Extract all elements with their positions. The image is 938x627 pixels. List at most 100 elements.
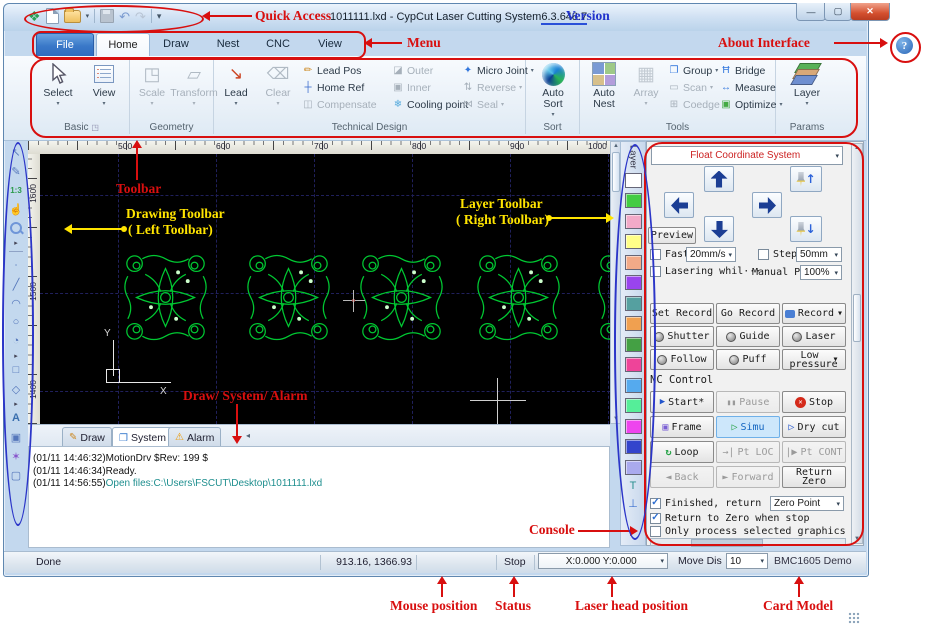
micro-joint-button[interactable]: ✦ Micro Joint ▾ — [462, 62, 534, 79]
ornament-graphic-3[interactable] — [358, 250, 445, 345]
tab-scroll-left-icon[interactable]: ◂ — [246, 431, 250, 440]
group-button[interactable]: ❐ Group ▾ — [668, 62, 720, 79]
select-tool-icon[interactable]: ↖ — [8, 144, 25, 160]
panel-horizontal-scrollbar[interactable] — [650, 538, 846, 547]
layer-swatch-5[interactable] — [624, 254, 642, 270]
measure-button[interactable]: ↔ Measure — [720, 79, 782, 96]
zoom-flyout-icon[interactable]: ▸ — [8, 239, 25, 247]
group-caret-icon[interactable]: ▾ — [715, 67, 718, 74]
set-record-button[interactable]: Set Record — [650, 303, 714, 324]
text-tool-icon[interactable]: A — [8, 410, 25, 426]
maximize-button[interactable]: ▢ — [824, 3, 852, 21]
zoom-tool-icon[interactable] — [8, 220, 25, 236]
pan-hand-tool-icon[interactable]: ☝ — [8, 201, 25, 217]
layer-swatch-7[interactable] — [624, 295, 642, 311]
polygon-tool-icon[interactable]: ◇ — [8, 381, 25, 397]
ornament-graphic-4[interactable] — [475, 250, 562, 345]
zero-point-select[interactable]: Zero Point ▾ — [770, 496, 844, 511]
layer-swatch-11[interactable] — [624, 377, 642, 393]
tab-alarm-console[interactable]: ⚠ Alarm — [168, 427, 222, 447]
manual-pw-select[interactable]: 100% ▾ — [800, 265, 842, 280]
save-icon[interactable] — [100, 9, 115, 23]
close-button[interactable]: ✕ — [850, 3, 890, 21]
pie-tool-icon[interactable]: ◔ — [8, 333, 25, 349]
layer-swatch-15[interactable] — [624, 459, 642, 475]
z-up-button[interactable]: ↑ — [790, 166, 822, 192]
follow-button[interactable]: Follow — [650, 349, 714, 370]
layer-swatch-12[interactable] — [624, 398, 642, 414]
point-tool-icon[interactable]: ∙ — [8, 257, 25, 273]
layer-background-tool-icon[interactable]: ⊥ — [628, 497, 638, 514]
return-stop-checkbox[interactable]: ✓ — [650, 512, 661, 524]
tab-draw-console[interactable]: ✎ Draw — [62, 427, 112, 447]
laser-button[interactable]: Laser — [782, 326, 846, 347]
layer-text-tool-icon[interactable]: T — [630, 480, 637, 497]
minimize-button[interactable]: — — [796, 3, 826, 21]
tab-nest[interactable]: Nest — [204, 33, 252, 55]
scrollbar-thumb[interactable] — [691, 539, 763, 547]
move-dis-select[interactable]: 10 ▾ — [726, 553, 768, 569]
rectangle-tool-icon[interactable]: □ — [8, 362, 25, 378]
lead-button[interactable]: ↘ Lead ▾ — [214, 61, 258, 107]
frame-button[interactable]: ▣ Frame — [650, 416, 714, 438]
scroll-down-icon[interactable]: ▼ — [852, 536, 862, 542]
step-checkbox[interactable] — [758, 249, 769, 260]
scale-tool-icon[interactable]: 1:3 — [8, 182, 25, 198]
resize-grip[interactable] — [848, 612, 860, 624]
bridge-button[interactable]: Ħ Bridge — [720, 62, 782, 79]
view-button[interactable]: View ▾ — [82, 61, 126, 107]
open-file-icon[interactable] — [63, 7, 81, 23]
jog-left-button[interactable] — [664, 192, 694, 218]
fast-speed-select[interactable]: 20mm/s ▾ — [686, 247, 736, 262]
record-button[interactable]: Record ▾ — [782, 303, 846, 324]
layer-swatch-13[interactable] — [624, 418, 642, 434]
help-button[interactable]: ? — [896, 37, 913, 54]
arc-tool-icon[interactable]: ◠ — [8, 295, 25, 311]
layer-swatch-10[interactable] — [624, 357, 642, 373]
loop-button[interactable]: ↻ Loop — [650, 441, 714, 463]
dialog-launcher-icon[interactable]: ◳ — [91, 123, 99, 132]
ornament-graphic-1[interactable] — [122, 250, 209, 345]
jog-up-button[interactable] — [704, 166, 734, 192]
undo-icon[interactable]: ↶ — [119, 10, 130, 23]
scrollbar-thumb[interactable] — [612, 152, 620, 192]
dry-cut-button[interactable]: ▷ Dry cut — [782, 416, 846, 438]
polygon-flyout-icon[interactable]: ▸ — [8, 400, 25, 408]
layer-swatch-9[interactable] — [624, 336, 642, 352]
jog-right-button[interactable] — [752, 192, 782, 218]
rounded-rect-tool-icon[interactable]: ▢ — [8, 467, 25, 483]
tab-draw[interactable]: Draw — [150, 33, 202, 55]
start-button[interactable]: ▶ Start* — [650, 391, 714, 413]
simu-button[interactable]: ▷ Simu — [716, 416, 780, 438]
layer-button[interactable]: Layer ▾ — [785, 61, 829, 107]
auto-nest-button[interactable]: Auto Nest — [582, 61, 626, 110]
circle-tool-icon[interactable]: ○ — [8, 314, 25, 330]
scrollbar-thumb[interactable] — [853, 294, 861, 342]
ornament-graphic-5[interactable] — [596, 250, 610, 345]
drawing-canvas[interactable]: Y X — [40, 154, 610, 424]
layer-caret-icon[interactable]: ▾ — [805, 100, 808, 107]
view-caret-icon[interactable]: ▾ — [102, 100, 105, 107]
lead-pos-button[interactable]: ✏ Lead Pos — [302, 62, 377, 79]
customize-quick-access-icon[interactable]: ▾ — [157, 11, 162, 21]
cooling-point-button[interactable]: ❄ Cooling point — [392, 96, 469, 113]
scroll-up-icon[interactable]: ▲ — [852, 145, 862, 151]
ornament-graphic-2[interactable] — [245, 250, 332, 345]
select-caret-icon[interactable]: ▾ — [56, 100, 59, 107]
lead-caret-icon[interactable]: ▾ — [234, 100, 237, 107]
frame-tool-icon[interactable]: ▣ — [8, 429, 25, 445]
stop-button[interactable]: ✕ Stop — [782, 391, 846, 413]
auto-sort-caret-icon[interactable]: ▾ — [551, 111, 554, 118]
layer-swatch-6[interactable] — [624, 275, 642, 291]
layer-tab-label[interactable]: Layer — [628, 145, 639, 169]
panel-vertical-scrollbar[interactable]: ▲ ▼ — [851, 143, 863, 544]
home-ref-button[interactable]: ┼ Home Ref — [302, 79, 377, 96]
auto-sort-button[interactable]: Auto Sort ▾ — [531, 61, 575, 118]
fast-checkbox[interactable] — [650, 249, 661, 260]
magic-wand-tool-icon[interactable]: ✶ — [8, 448, 25, 464]
shutter-button[interactable]: Shutter — [650, 326, 714, 347]
only-selected-checkbox[interactable] — [650, 526, 661, 537]
circle-flyout-icon[interactable]: ▸ — [8, 352, 25, 360]
puff-button[interactable]: Puff — [716, 349, 780, 370]
open-caret-icon[interactable]: ▾ — [86, 13, 90, 20]
